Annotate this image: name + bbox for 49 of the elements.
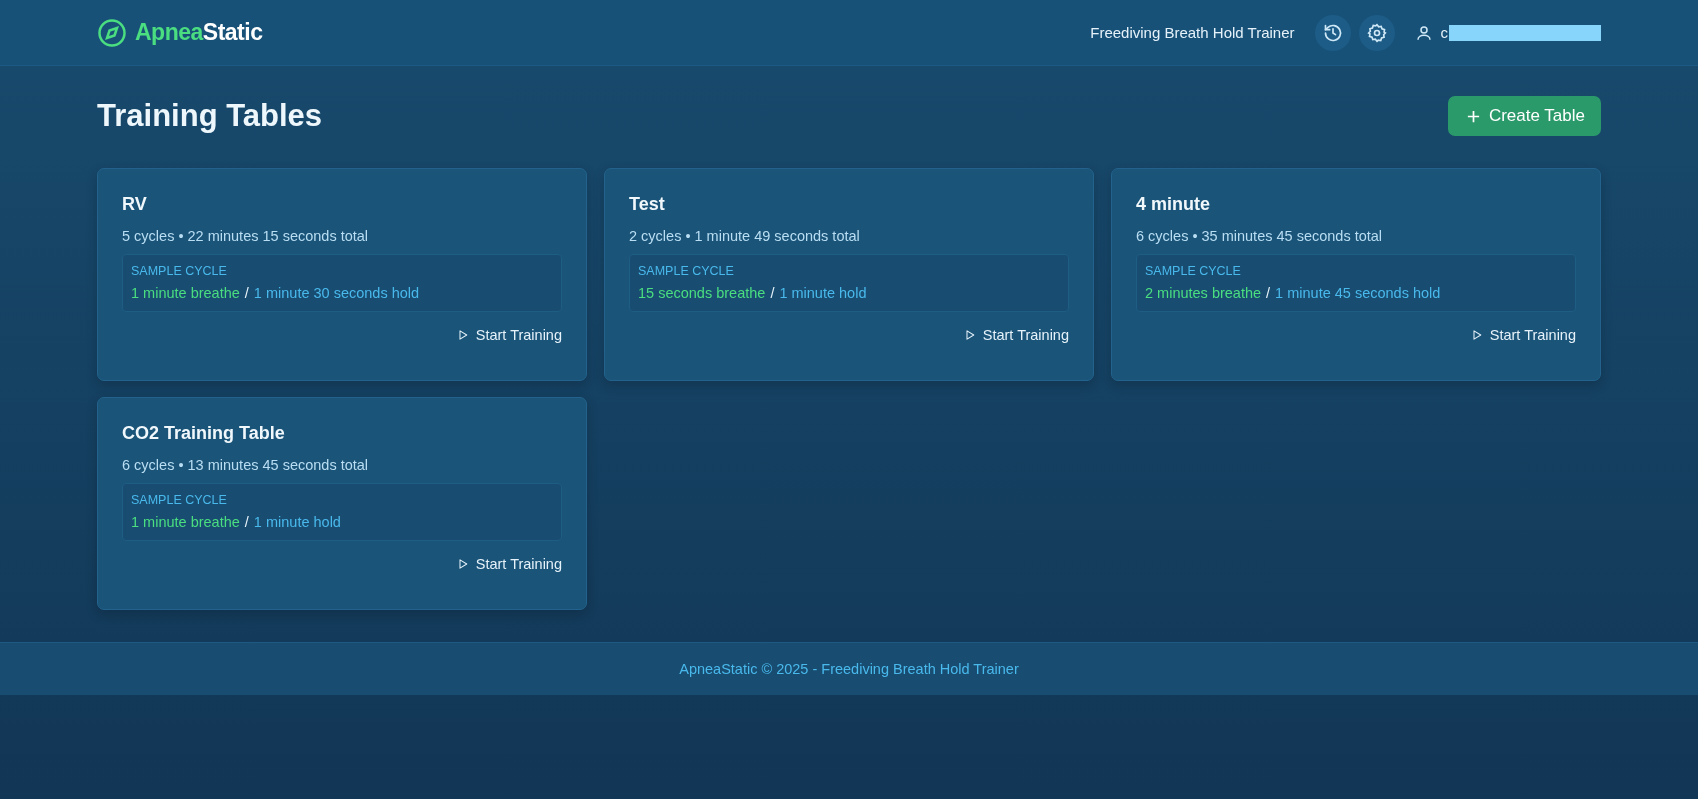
start-training-button[interactable]: Start Training bbox=[456, 327, 562, 343]
gear-icon bbox=[1366, 22, 1387, 43]
breathe-time: 2 minutes breathe bbox=[1145, 285, 1262, 301]
hold-time: 1 minute 45 seconds hold bbox=[1275, 285, 1441, 301]
breathe-time: 1 minute breathe bbox=[131, 514, 240, 530]
history-icon bbox=[1322, 22, 1343, 43]
sample-cycle-label: SAMPLE CYCLE bbox=[131, 264, 228, 278]
start-training-button[interactable]: Start Training bbox=[963, 327, 1069, 343]
table-card[interactable]: Test 2 cycles • 1 minute 49 seconds total SAMPLE CYCLE 15 seconds breathe / 1 minute hold Start Training bbox=[604, 168, 1094, 381]
user-name: c bbox=[1440, 24, 1448, 41]
table-card[interactable]: RV 5 cycles • 22 minutes 15 seconds total SAMPLE CYCLE 1 minute breathe / 1 minute 30 seconds hold Start Training bbox=[97, 168, 587, 381]
table-card[interactable]: CO2 Training Table 6 cycles • 13 minutes 45 seconds total SAMPLE CYCLE 1 minute breathe / 1 minute hold Start Training bbox=[97, 397, 587, 610]
table-summary: 6 cycles • 13 minutes 45 seconds total bbox=[122, 457, 370, 473]
user-icon bbox=[1414, 23, 1433, 42]
hold-time: 1 minute 30 seconds hold bbox=[253, 285, 420, 301]
play-icon bbox=[1470, 329, 1483, 341]
table-summary: 5 cycles • 22 minutes 15 seconds total bbox=[122, 228, 370, 244]
start-training-button[interactable]: Start Training bbox=[456, 556, 562, 572]
sample-cycle-label: SAMPLE CYCLE bbox=[131, 493, 228, 507]
brand-name[interactable]: ApneaStatic bbox=[135, 19, 263, 46]
sample-cycle-label: SAMPLE CYCLE bbox=[1145, 264, 1242, 278]
table-name: CO2 Training Table bbox=[122, 423, 286, 444]
sample-cycle-label: SAMPLE CYCLE bbox=[638, 264, 735, 278]
table-name: Test bbox=[629, 194, 666, 215]
start-training-button[interactable]: Start Training bbox=[1470, 327, 1576, 343]
page-title: Training Tables bbox=[97, 98, 323, 134]
separator: / bbox=[1266, 285, 1271, 301]
play-icon bbox=[456, 558, 469, 570]
plus-icon bbox=[1465, 108, 1481, 124]
separator: / bbox=[770, 285, 775, 301]
table-name: 4 minute bbox=[1136, 194, 1211, 215]
table-card[interactable]: 4 minute 6 cycles • 35 minutes 45 seconds total SAMPLE CYCLE 2 minutes breathe / 1 minute 45 seconds hold Start Training bbox=[1111, 168, 1601, 381]
breathe-time: 15 seconds breathe bbox=[638, 285, 766, 301]
table-summary: 2 cycles • 1 minute 49 seconds total bbox=[629, 228, 861, 244]
create-table-button[interactable]: Create Table bbox=[1447, 96, 1601, 136]
compass-icon bbox=[97, 17, 127, 48]
table-summary: 6 cycles • 35 minutes 45 seconds total bbox=[1136, 228, 1384, 244]
breathe-time: 1 minute breathe bbox=[131, 285, 240, 301]
history-button[interactable] bbox=[1314, 14, 1351, 51]
hold-time: 1 minute hold bbox=[779, 285, 867, 301]
hold-time: 1 minute hold bbox=[253, 514, 341, 530]
separator: / bbox=[244, 514, 249, 530]
settings-button[interactable] bbox=[1358, 14, 1395, 51]
separator: / bbox=[244, 285, 249, 301]
play-icon bbox=[963, 329, 976, 341]
tagline: Freediving Breath Hold Trainer bbox=[1090, 24, 1295, 41]
table-name: RV bbox=[122, 194, 148, 215]
footer-text: ApneaStatic © 2025 - Freediving Breath Hold Trainer bbox=[679, 661, 1019, 677]
play-icon bbox=[456, 329, 469, 341]
